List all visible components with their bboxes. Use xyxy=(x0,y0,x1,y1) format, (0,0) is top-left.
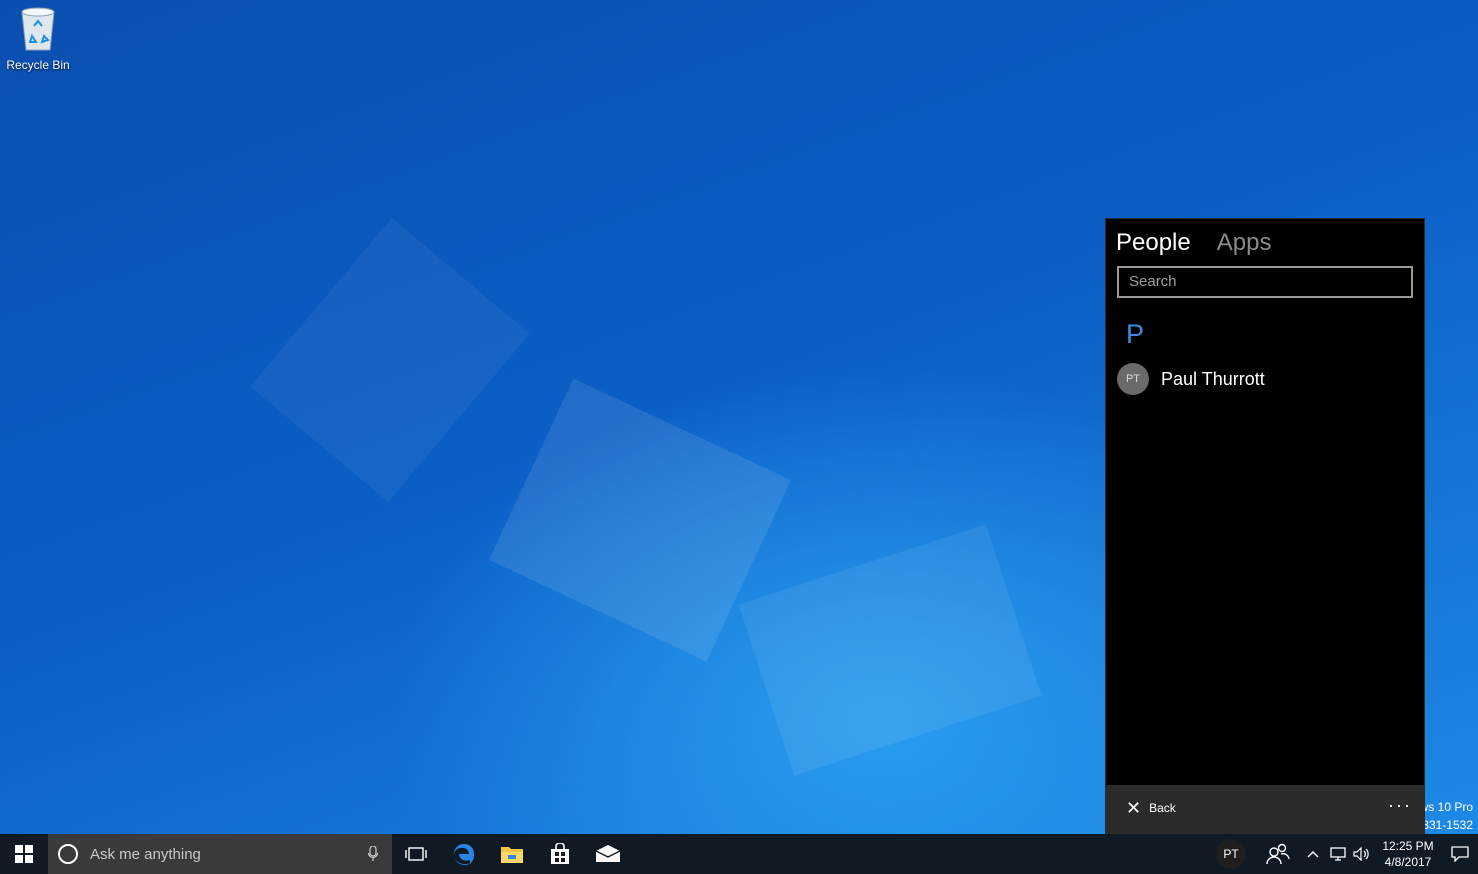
cortana-search-box[interactable]: Ask me anything xyxy=(48,834,392,874)
cortana-search-placeholder: Ask me anything xyxy=(90,845,201,863)
contact-item[interactable]: PT Paul Thurrott xyxy=(1117,363,1265,395)
task-view-icon xyxy=(405,847,427,861)
people-search-input[interactable]: Search xyxy=(1117,266,1413,298)
clock-time: 12:25 PM xyxy=(1382,839,1434,853)
mail-envelope-icon xyxy=(595,845,621,862)
system-tray: PT 12:25 PM 4/8/2017 xyxy=(1206,834,1478,874)
folder-icon xyxy=(501,847,523,863)
wallpaper-facet xyxy=(250,217,530,503)
action-center-icon xyxy=(1451,846,1469,862)
group-letter-header[interactable]: P xyxy=(1126,319,1144,350)
file-explorer-button[interactable] xyxy=(488,834,536,874)
network-button[interactable] xyxy=(1326,834,1350,874)
chevron-up-icon xyxy=(1307,851,1319,858)
store-button[interactable] xyxy=(536,834,584,874)
tab-people[interactable]: People xyxy=(1116,229,1191,257)
cortana-icon xyxy=(58,844,78,864)
flyout-tabs: People Apps xyxy=(1116,229,1271,257)
more-options-button[interactable]: ··· xyxy=(1388,795,1412,816)
contact-avatar-taskbar: PT xyxy=(1216,839,1246,869)
clock-date: 4/8/2017 xyxy=(1384,855,1432,869)
wallpaper-facet xyxy=(738,524,1042,776)
people-pinned-contact[interactable]: PT xyxy=(1206,834,1256,874)
show-hidden-icons-button[interactable] xyxy=(1300,834,1326,874)
contact-avatar: PT xyxy=(1117,363,1149,395)
action-center-button[interactable] xyxy=(1442,834,1478,874)
recycle-bin-shortcut[interactable]: Recycle Bin xyxy=(4,6,72,72)
start-button[interactable] xyxy=(0,834,48,874)
people-button[interactable] xyxy=(1256,834,1300,874)
people-icon xyxy=(1266,843,1290,865)
people-flyout: People Apps Search P PT Paul Thurrott ✕ … xyxy=(1105,218,1425,834)
close-icon: ✕ xyxy=(1126,798,1142,818)
back-label: Back xyxy=(1149,801,1176,815)
windows-logo-icon xyxy=(15,845,33,863)
tab-apps[interactable]: Apps xyxy=(1217,229,1272,257)
flyout-footer: ✕ Back ··· xyxy=(1106,785,1424,833)
watermark-edition: ws 10 Pro xyxy=(1419,800,1473,814)
speaker-icon xyxy=(1353,847,1369,861)
microphone-icon[interactable] xyxy=(368,846,378,862)
store-bag-icon xyxy=(551,843,569,864)
recycle-bin-label: Recycle Bin xyxy=(6,58,70,72)
contact-name: Paul Thurrott xyxy=(1161,368,1265,389)
taskbar: Ask me anything PT 12:25 PM 4/8/2017 xyxy=(0,834,1478,874)
watermark-build: 331-1532 xyxy=(1422,818,1473,832)
windows-watermark: ws 10 Pro 331-1532 xyxy=(1420,798,1473,834)
volume-button[interactable] xyxy=(1350,834,1374,874)
task-view-button[interactable] xyxy=(392,834,440,874)
mail-button[interactable] xyxy=(584,834,632,874)
recycle-bin-icon xyxy=(18,6,58,52)
edge-browser-icon xyxy=(454,844,474,865)
back-button[interactable]: ✕ Back xyxy=(1126,798,1176,818)
clock[interactable]: 12:25 PM 4/8/2017 xyxy=(1374,834,1442,874)
edge-button[interactable] xyxy=(440,834,488,874)
network-icon xyxy=(1330,847,1346,861)
